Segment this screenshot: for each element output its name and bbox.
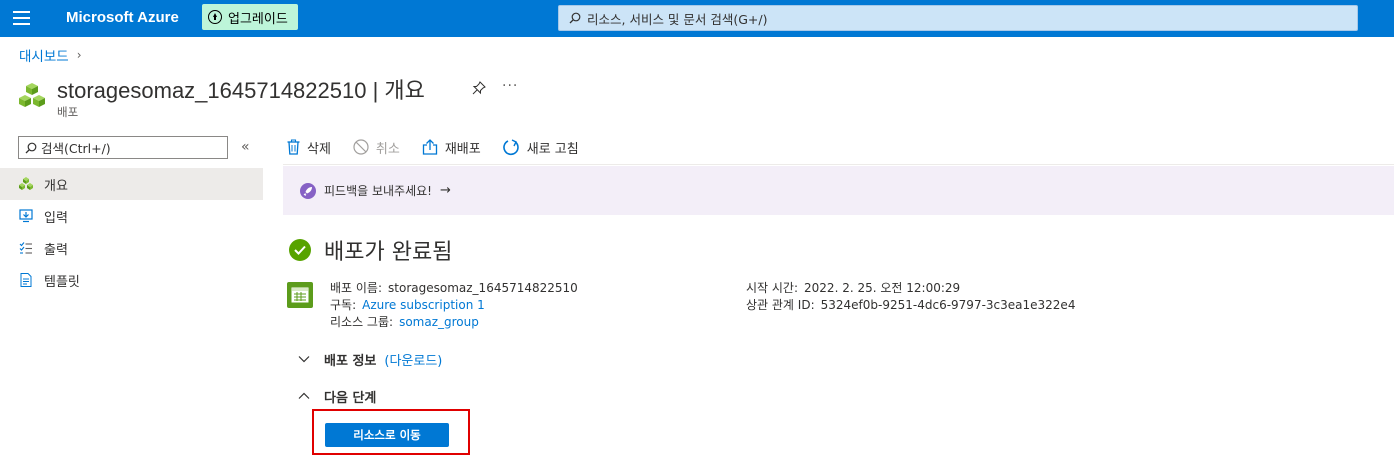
feedback-text: 피드백을 보내주세요! xyxy=(324,184,432,198)
refresh-label: 새로 고침 xyxy=(526,141,579,157)
go-to-resource-button[interactable]: 리소스로 이동 xyxy=(325,423,449,447)
sidebar-item-label: 템플릿 xyxy=(44,274,80,290)
delete-label: 삭제 xyxy=(307,141,331,157)
deployment-name-label: 배포 이름: xyxy=(330,281,383,295)
resource-menu-search-input[interactable]: 검색(Ctrl+/) xyxy=(18,136,228,159)
sidebar-item-template[interactable]: 템플릿 xyxy=(0,264,263,296)
trash-icon xyxy=(287,139,300,155)
upload-icon xyxy=(422,139,438,155)
subscription-row: 구독: Azure subscription 1 xyxy=(330,296,485,313)
chevron-right-icon: › xyxy=(76,48,82,62)
global-search-input[interactable]: 리소스, 서비스 및 문서 검색(G+/) xyxy=(558,5,1358,31)
cancel-button[interactable]: 취소 xyxy=(349,138,404,157)
start-time-row: 시작 시간: 2022. 2. 25. 오전 12:00:29 xyxy=(746,279,960,296)
upgrade-button[interactable]: 업그레이드 xyxy=(202,4,298,30)
deployment-template-icon xyxy=(287,282,313,308)
chevron-down-icon[interactable] xyxy=(298,353,316,366)
resource-menu-search-placeholder: 검색(Ctrl+/) xyxy=(41,141,111,156)
brand-title[interactable]: Microsoft Azure xyxy=(66,9,179,26)
resource-group-label: 리소스 그룹: xyxy=(330,315,394,329)
upgrade-label: 업그레이드 xyxy=(228,11,288,27)
command-bar: 삭제 취소 재배포 새로 고침 xyxy=(283,131,597,163)
breadcrumb-dashboard-link[interactable]: 대시보드 xyxy=(19,45,69,65)
global-search-placeholder: 리소스, 서비스 및 문서 검색(G+/) xyxy=(587,11,768,27)
arrow-right-icon: → xyxy=(440,183,451,198)
refresh-icon xyxy=(502,138,520,156)
page-title: storagesomaz_1645714822510 | 개요 xyxy=(57,78,425,103)
upgrade-arrow-icon xyxy=(208,10,222,24)
redeploy-button[interactable]: 재배포 xyxy=(418,138,485,157)
next-steps-section: 다음 단계 xyxy=(298,387,376,406)
correlation-id-value: 5324ef0b-9251-4dc6-9797-3c3ea1e322e4 xyxy=(820,298,1076,312)
correlation-id-label: 상관 관계 ID: xyxy=(746,298,815,312)
sidebar-item-label: 입력 xyxy=(44,210,68,226)
top-bar: Microsoft Azure 업그레이드 리소스, 서비스 및 문서 검색(G… xyxy=(0,0,1394,37)
deployment-details-title[interactable]: 배포 정보 xyxy=(324,350,376,369)
delete-button[interactable]: 삭제 xyxy=(283,138,335,157)
sidebar-item-input[interactable]: 입력 xyxy=(0,200,263,232)
rocket-icon xyxy=(300,182,316,199)
menu-icon[interactable] xyxy=(13,11,30,25)
deployment-status-title: 배포가 완료됨 xyxy=(324,240,453,265)
subscription-label: 구독: xyxy=(330,298,357,312)
cancel-label: 취소 xyxy=(375,141,400,157)
subscription-link[interactable]: Azure subscription 1 xyxy=(362,298,485,312)
more-options-icon[interactable]: ··· xyxy=(502,78,518,94)
sidebar-item-overview[interactable]: 개요 xyxy=(0,168,263,200)
refresh-button[interactable]: 새로 고침 xyxy=(499,138,583,157)
success-check-icon xyxy=(289,239,311,261)
pin-icon[interactable] xyxy=(472,81,486,95)
next-steps-title[interactable]: 다음 단계 xyxy=(324,387,376,406)
start-time-value: 2022. 2. 25. 오전 12:00:29 xyxy=(804,281,961,295)
deployment-cubes-icon xyxy=(19,83,45,107)
correlation-id-row: 상관 관계 ID: 5324ef0b-9251-4dc6-9797-3c3ea1e… xyxy=(746,296,1075,313)
chevron-up-icon[interactable] xyxy=(298,390,316,403)
overview-cubes-icon xyxy=(18,176,34,192)
command-bar-divider xyxy=(283,164,1394,165)
sidebar-item-label: 개요 xyxy=(44,178,68,194)
redeploy-label: 재배포 xyxy=(444,141,481,157)
search-icon xyxy=(25,142,37,153)
deployment-name-row: 배포 이름: storagesomaz_1645714822510 xyxy=(330,279,578,296)
deployment-name-value: storagesomaz_1645714822510 xyxy=(388,281,578,295)
sidebar-item-output[interactable]: 출력 xyxy=(0,232,263,264)
download-link[interactable]: (다운로드) xyxy=(384,350,442,369)
feedback-banner[interactable]: 피드백을 보내주세요! → xyxy=(283,166,1394,215)
breadcrumb: 대시보드 › xyxy=(19,45,82,65)
output-list-icon xyxy=(18,240,34,256)
search-icon xyxy=(569,12,581,24)
collapse-menu-icon[interactable]: « xyxy=(241,139,250,155)
start-time-label: 시작 시간: xyxy=(746,281,799,295)
sidebar-item-label: 출력 xyxy=(44,242,68,258)
cancel-circle-icon xyxy=(353,139,369,155)
resource-group-row: 리소스 그룹: somaz_group xyxy=(330,313,479,330)
resource-group-link[interactable]: somaz_group xyxy=(399,315,479,329)
page-subtitle: 배포 xyxy=(57,105,79,119)
input-icon xyxy=(18,208,34,224)
deployment-details-section: 배포 정보 (다운로드) xyxy=(298,350,442,369)
template-icon xyxy=(18,272,34,288)
